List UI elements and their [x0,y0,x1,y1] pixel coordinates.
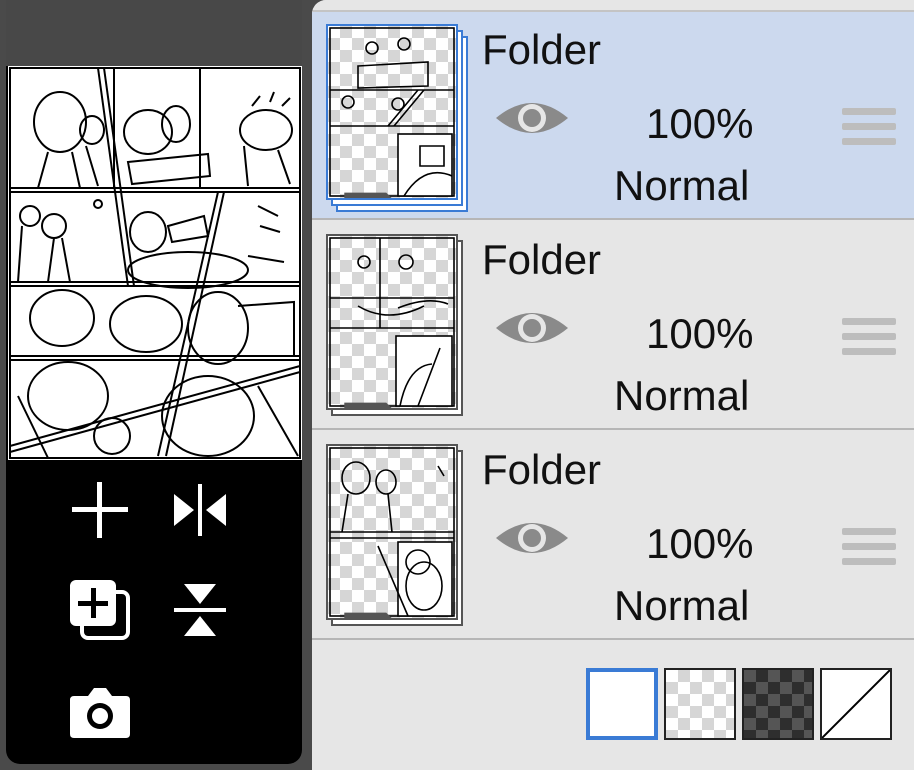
layer-name: Folder [482,26,602,73]
light-checker-background-option[interactable] [664,668,736,740]
canvas-preview[interactable] [8,66,302,460]
layers-panel: Folder 100% Normal Folder 100% Normal Fo… [312,0,914,770]
layer-thumbnail [326,24,476,214]
flip-vertical-icon[interactable] [168,578,232,642]
navigator-panel [6,0,302,764]
eye-icon[interactable] [494,516,570,560]
no-background-option[interactable] [820,668,892,740]
navigator-header [6,0,302,66]
layer-opacity[interactable]: 100% [646,520,753,568]
eye-icon[interactable] [494,96,570,140]
layer-name: Folder [482,446,602,493]
layer-blend-mode[interactable]: Normal [614,582,749,630]
drag-handle-icon[interactable] [842,528,896,570]
drag-handle-icon[interactable] [842,318,896,360]
layer-row[interactable]: Folder 100% Normal [312,222,914,430]
add-layer-icon[interactable] [68,578,132,642]
drag-handle-icon[interactable] [842,108,896,150]
layer-name: Folder [482,236,602,283]
layer-opacity[interactable]: 100% [646,100,753,148]
layer-thumbnail [326,444,476,634]
white-background-option[interactable] [586,668,658,740]
eye-icon[interactable] [494,306,570,350]
camera-icon[interactable] [68,680,132,744]
dark-checker-background-option[interactable] [742,668,814,740]
plus-icon[interactable] [68,478,132,542]
layer-row[interactable]: Folder 100% Normal [312,12,914,220]
layer-opacity[interactable]: 100% [646,310,753,358]
layer-row[interactable]: Folder 100% Normal [312,432,914,640]
flip-horizontal-icon[interactable] [168,478,232,542]
layer-blend-mode[interactable]: Normal [614,372,749,420]
layer-blend-mode[interactable]: Normal [614,162,749,210]
layers-panel-top [312,0,914,12]
layer-thumbnail [326,234,476,424]
